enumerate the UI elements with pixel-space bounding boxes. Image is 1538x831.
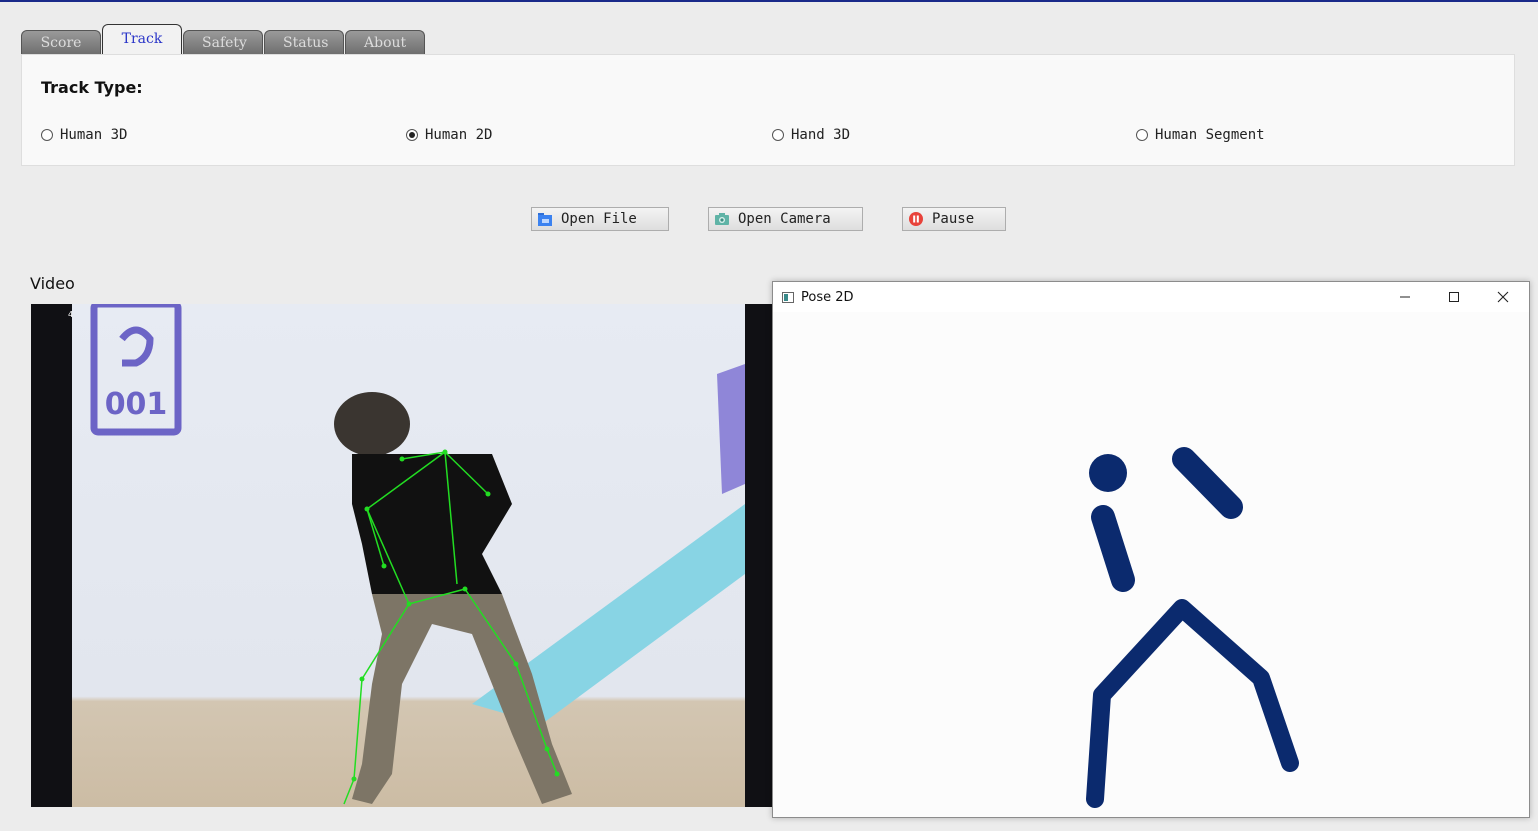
tab-status[interactable]: Status <box>264 30 344 54</box>
logo-icon: 001 <box>90 304 182 436</box>
camera-icon <box>715 213 729 225</box>
radio-button-icon[interactable] <box>41 129 53 141</box>
radio-button-icon[interactable] <box>1136 129 1148 141</box>
open-camera-button[interactable]: Open Camera <box>708 207 863 231</box>
svg-text:001: 001 <box>105 387 168 422</box>
pose-2d-window[interactable]: Pose 2D <box>772 281 1530 818</box>
video-frame: 001 <box>72 304 745 807</box>
pose-2d-canvas <box>1086 447 1299 808</box>
radio-label: Hand 3D <box>791 127 851 143</box>
video-scene: 001 <box>90 304 745 805</box>
track-type-title: Track Type: <box>41 78 143 97</box>
radio-button-icon[interactable] <box>772 129 784 141</box>
video-label: Video <box>30 274 75 293</box>
minimize-button[interactable] <box>1381 282 1429 312</box>
radio-human-3d[interactable]: Human 3D <box>41 127 127 143</box>
maximize-button[interactable] <box>1430 282 1478 312</box>
tab-safety[interactable]: Safety <box>183 30 263 54</box>
close-button[interactable] <box>1479 282 1527 312</box>
open-camera-label: Open Camera <box>738 211 831 227</box>
pose-arm-left <box>1091 505 1135 592</box>
open-file-button[interactable]: Open File <box>531 207 669 231</box>
radio-human-segment[interactable]: Human Segment <box>1136 127 1265 143</box>
open-file-label: Open File <box>561 211 637 227</box>
radio-label: Human 3D <box>60 127 128 143</box>
folder-icon <box>538 213 552 226</box>
pause-icon <box>909 212 923 226</box>
radio-human-2d[interactable]: Human 2D <box>406 127 492 143</box>
dancer-figure <box>334 392 572 804</box>
app-icon <box>782 291 794 303</box>
tab-about[interactable]: About <box>345 30 425 54</box>
tab-bar: Score Track Safety Status About <box>21 24 426 54</box>
window-titlebar[interactable]: Pose 2D <box>773 282 1529 312</box>
pose-head <box>1089 454 1127 492</box>
window-title: Pose 2D <box>801 289 854 305</box>
close-icon <box>1497 291 1509 303</box>
pose-skeleton <box>1086 447 1299 808</box>
tab-score[interactable]: Score <box>21 30 101 54</box>
radio-label: Human Segment <box>1155 127 1265 143</box>
radio-button-checked-icon[interactable] <box>406 129 418 141</box>
purple-stripe <box>717 364 745 494</box>
pause-button[interactable]: Pause <box>902 207 1006 231</box>
minimize-icon <box>1400 296 1410 298</box>
pose-arm-right <box>1172 447 1243 519</box>
radio-label: Human 2D <box>425 127 493 143</box>
tab-track[interactable]: Track <box>102 24 182 54</box>
pose-legs <box>1086 599 1299 808</box>
track-type-panel: Track Type: Human 3D Human 2D Hand 3D Hu… <box>21 54 1515 166</box>
pause-label: Pause <box>932 211 975 227</box>
video-view: 4:20 001 <box>31 304 772 807</box>
maximize-icon <box>1449 292 1459 302</box>
radio-hand-3d[interactable]: Hand 3D <box>772 127 850 143</box>
